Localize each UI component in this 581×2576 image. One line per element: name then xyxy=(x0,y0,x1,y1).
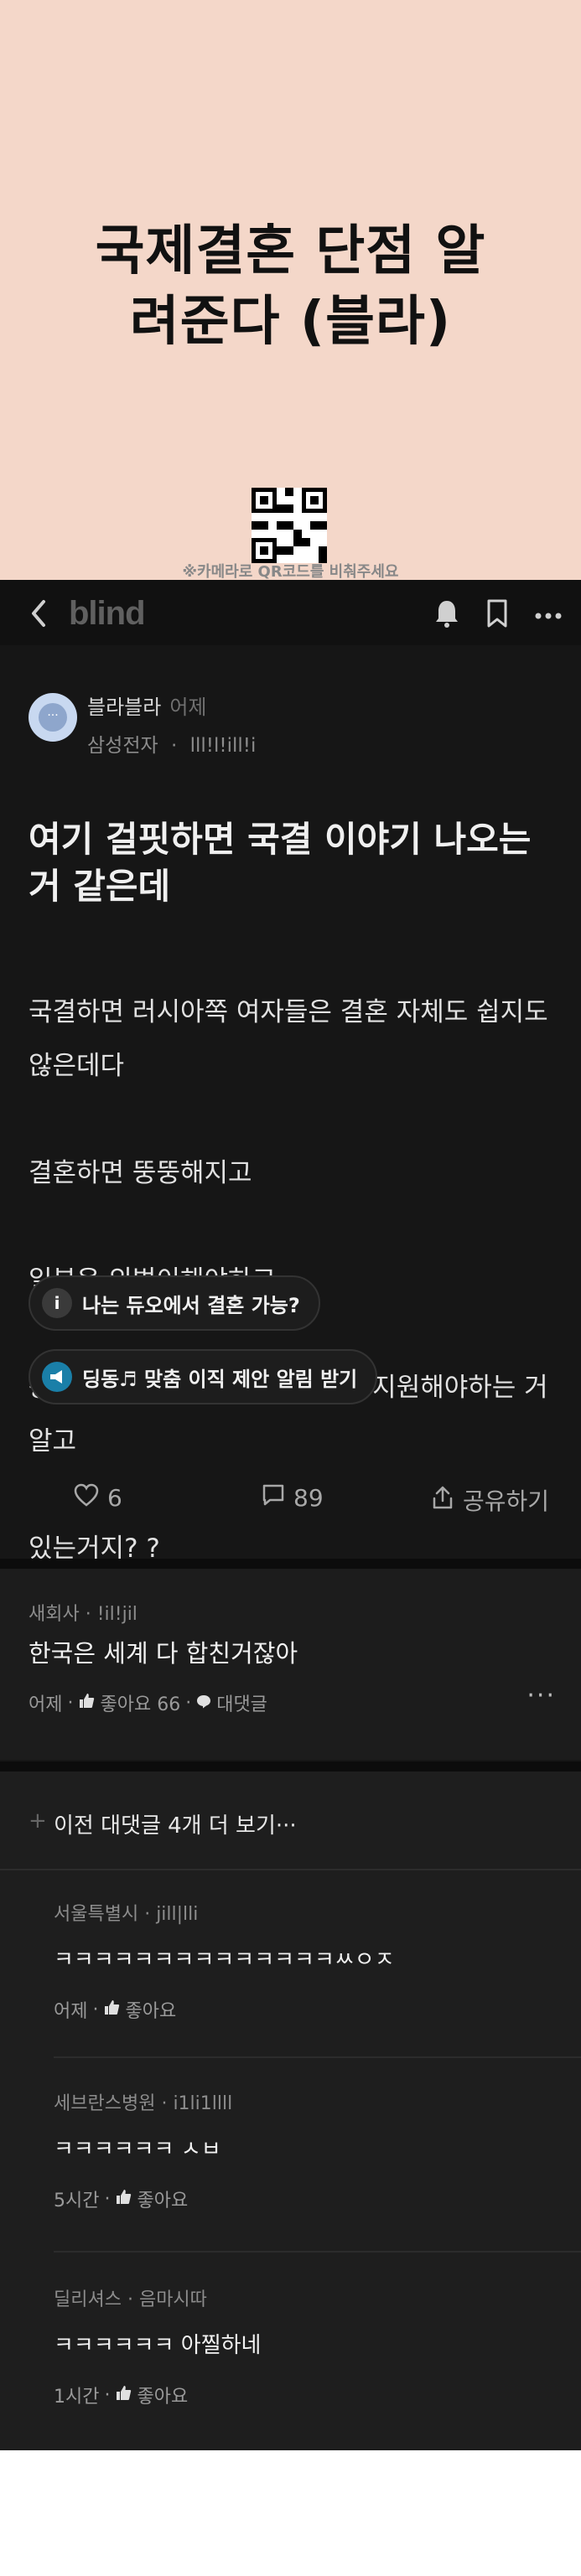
reply-text: ㅋㅋㅋㅋㅋㅋㅋㅋㅋㅋㅋㅋㅋㅋㅆㅇㅈ xyxy=(54,1948,395,1973)
chip-label: 딩동♬ 맞춤 이직 제안 알림 받기 xyxy=(82,1367,358,1391)
reply-like-label[interactable]: 좋아요 xyxy=(125,1996,176,2023)
top-icons xyxy=(433,598,563,632)
author-name: 블라블라 xyxy=(87,696,162,719)
post-body-line: 국결하면 러시아쪽 여자들은 결혼 자체도 쉽지도 않은데다 xyxy=(29,997,548,1081)
info-icon: i xyxy=(42,1288,72,1318)
reply-company: 서울특별시 xyxy=(54,1904,139,1925)
replies-section: + 이전 대댓글 4개 더 보기··· 서울특별시 · jill|lli ㅋㅋㅋ… xyxy=(0,1772,581,2450)
divider xyxy=(54,2056,581,2058)
reply-like-label[interactable]: 좋아요 xyxy=(137,2185,188,2212)
banner-title: 국제결혼 단점 알 려준다 (블라) xyxy=(0,216,581,357)
comment-time: 어제 xyxy=(29,1694,63,1715)
reply-meta: 세브란스병원 · i1li1llll xyxy=(54,2093,233,2114)
banner-title-line2: 려준다 (블라) xyxy=(129,291,452,353)
more-replies-button[interactable]: + 이전 대댓글 4개 더 보기··· xyxy=(29,1808,297,1839)
comment-company: 새회사 xyxy=(29,1604,80,1625)
divider xyxy=(54,2251,581,2253)
reply-text: ㅋㅋㅋㅋㅋㅋ 아찔하네 xyxy=(54,2333,262,2358)
comment-meta: 새회사 · !il!jil xyxy=(29,1604,137,1625)
blind-logo[interactable]: blind xyxy=(69,595,146,633)
company-name: 삼성전자 xyxy=(87,735,158,757)
reply-company: 세브란스병원 xyxy=(54,2093,156,2114)
reply-user: 음마시따 xyxy=(138,2289,207,2310)
top-bar: blind xyxy=(0,580,581,645)
share-label: 공유하기 xyxy=(463,1487,550,1515)
banner-title-line1: 국제결혼 단점 알 xyxy=(95,220,486,282)
share-icon xyxy=(431,1485,454,1516)
bell-icon[interactable] xyxy=(433,598,460,632)
reply-text: ㅋㅋㅋㅋㅋㅋ ㅅㅂ xyxy=(54,2137,221,2162)
section-divider xyxy=(0,1559,581,1569)
reply-meta: 서울특별시 · jill|lli xyxy=(54,1904,199,1925)
post-company: 삼성전자 · lll!l!ill!i xyxy=(87,735,257,757)
section-divider xyxy=(0,1761,581,1772)
plus-icon: + xyxy=(29,1808,47,1834)
chip-job-alert[interactable]: 딩동♬ 맞춤 이직 제안 알림 받기 xyxy=(29,1349,378,1404)
thumbs-up-icon[interactable] xyxy=(115,2188,132,2210)
post-title: 여기 걸핏하면 국결 이야기 나오는거 같은데 xyxy=(29,819,532,907)
reply-time: 1시간 xyxy=(54,2387,100,2408)
like-button[interactable]: 6 xyxy=(74,1483,122,1513)
comment-icon xyxy=(262,1483,285,1513)
thumbs-up-icon[interactable] xyxy=(78,1692,95,1714)
reply-footer: 어제 · 좋아요 xyxy=(54,1996,176,2023)
chat-bubble-icon[interactable] xyxy=(196,1693,211,1714)
more-options-icon[interactable]: ··· xyxy=(527,1681,556,1710)
chevron-left-icon[interactable] xyxy=(29,597,49,636)
comment-item: 새회사 · !il!jil 한국은 세계 다 합친거잖아 어제 · 좋아요 66… xyxy=(0,1569,581,1760)
chip-label: 나는 듀오에서 결혼 가능? xyxy=(82,1293,300,1317)
reply-time: 5시간 xyxy=(54,2191,100,2211)
reply-footer: 1시간 · 좋아요 xyxy=(54,2382,188,2408)
comment-user: !il!jil xyxy=(96,1604,137,1625)
reply-user: jill|lli xyxy=(156,1904,199,1925)
reply-time: 어제 xyxy=(54,2001,88,2022)
comment-like-label[interactable]: 좋아요 66 xyxy=(100,1689,180,1716)
thumbs-up-icon[interactable] xyxy=(115,2384,132,2406)
comment-footer: 어제 · 좋아요 66 · 대댓글 xyxy=(29,1689,267,1716)
qr-caption: ※카메라로 QR코드를 비춰주세요 xyxy=(182,563,399,581)
comment-count: 89 xyxy=(293,1484,324,1512)
share-button[interactable]: 공유하기 xyxy=(431,1483,549,1517)
post-body-line: 결혼하면 뚱뚱해지고 xyxy=(29,1158,252,1188)
company-suffix: lll!l!ill!i xyxy=(189,735,257,757)
reply-company: 딜리셔스 xyxy=(54,2289,122,2310)
promo-banner: 국제결혼 단점 알 려준다 (블라) ※카메라로 QR코드를 비춰주세요 xyxy=(0,0,581,581)
like-count: 6 xyxy=(107,1484,122,1512)
reply-user: i1li1llll xyxy=(173,2093,233,2114)
reply-meta: 딜리셔스 · 음마시따 xyxy=(54,2289,207,2310)
thumbs-up-icon[interactable] xyxy=(103,1999,120,2020)
reply-like-label[interactable]: 좋아요 xyxy=(137,2382,188,2408)
megaphone-icon xyxy=(42,1362,72,1392)
avatar[interactable] xyxy=(29,693,77,742)
chip-duo[interactable]: i 나는 듀오에서 결혼 가능? xyxy=(29,1275,320,1331)
reply-footer: 5시간 · 좋아요 xyxy=(54,2185,188,2212)
heart-icon xyxy=(74,1483,99,1513)
reply-button[interactable]: 대댓글 xyxy=(216,1689,267,1716)
post-author[interactable]: 블라블라 어제 xyxy=(87,691,207,720)
blind-app: blind 블라블라어제 삼성전자 · lll!l!ill!i 여기 걸핏하면 … xyxy=(0,580,581,2450)
post-actions: 6 89 공유하기 xyxy=(0,1468,581,1535)
comment-text: 한국은 세계 다 합친거잖아 xyxy=(29,1639,298,1668)
bookmark-icon[interactable] xyxy=(485,598,509,632)
qr-code xyxy=(252,488,327,563)
divider xyxy=(0,1869,581,1870)
post-time: 어제 xyxy=(169,696,207,719)
more-icon[interactable] xyxy=(534,608,563,623)
more-replies-label: 이전 대댓글 4개 더 보기··· xyxy=(54,1813,297,1839)
comment-button[interactable]: 89 xyxy=(262,1483,324,1513)
